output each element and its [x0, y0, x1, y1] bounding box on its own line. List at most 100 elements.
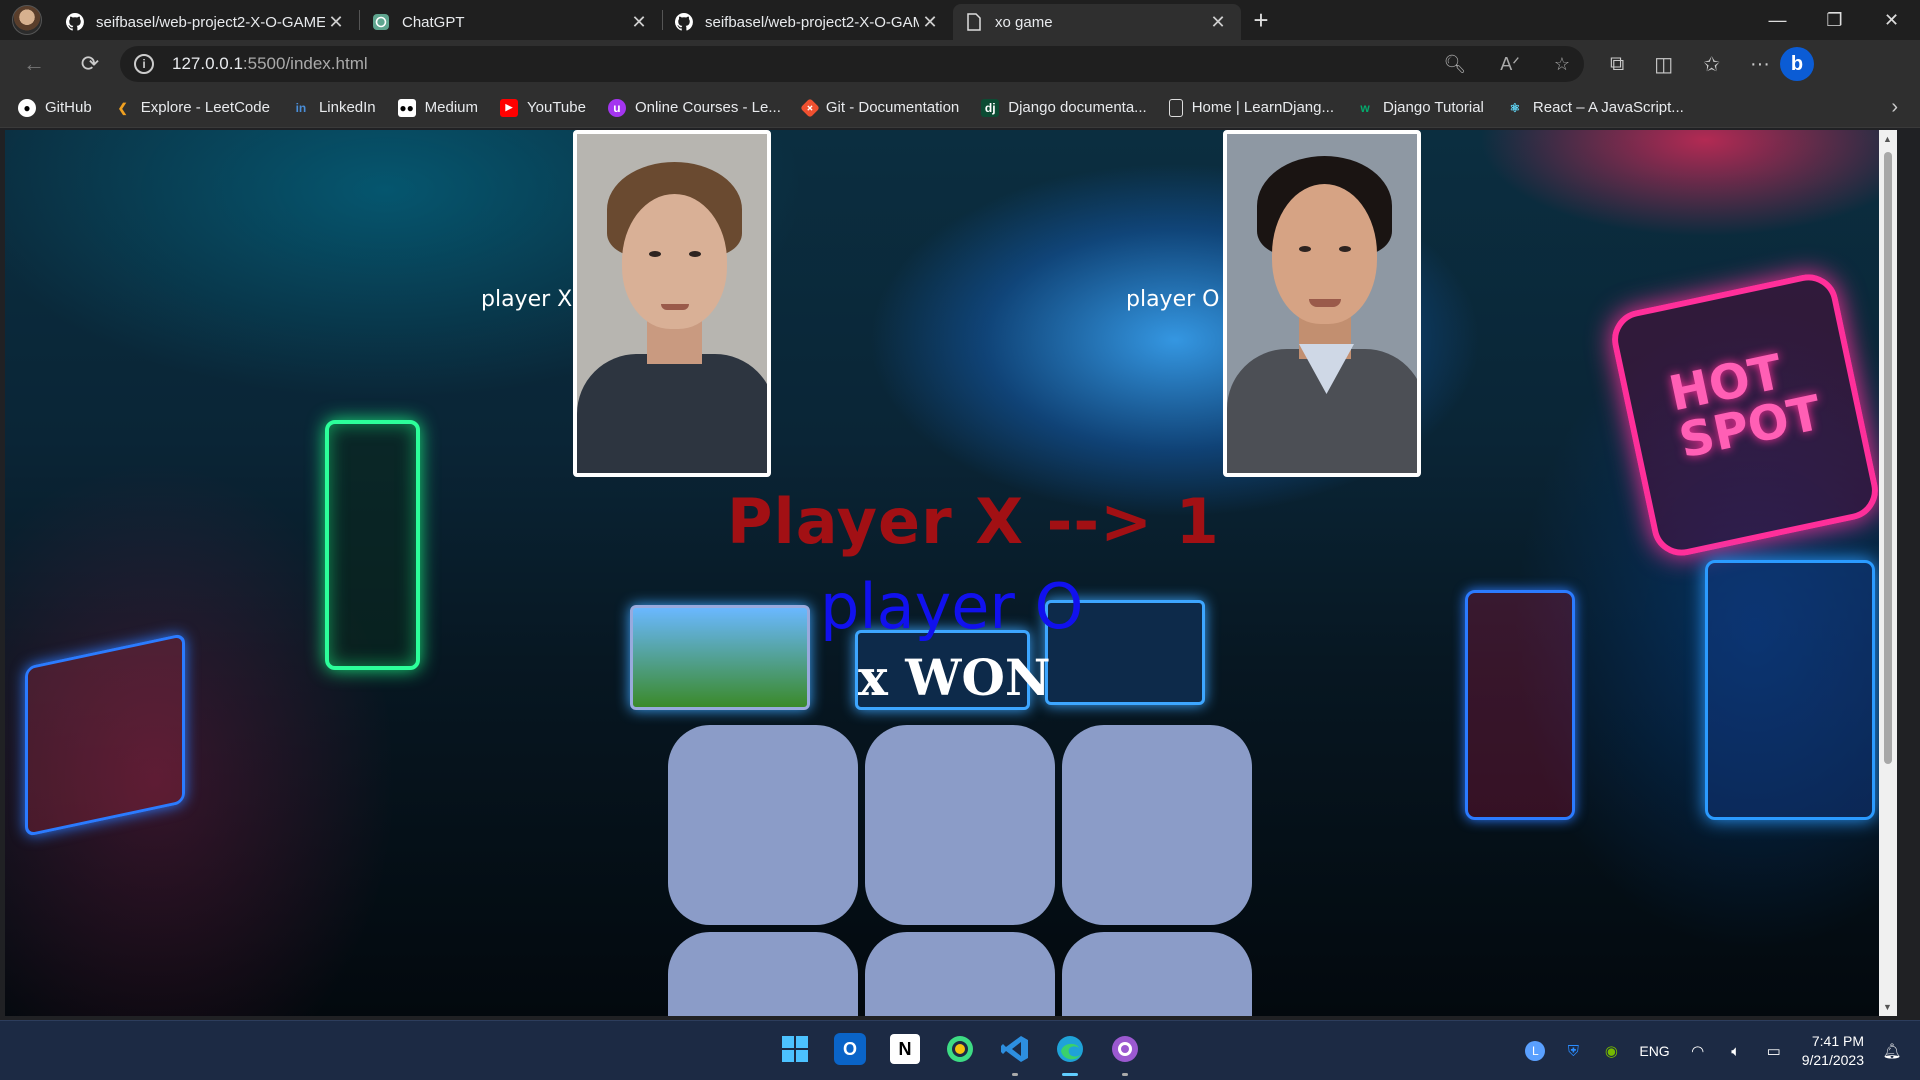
scroll-up-icon[interactable]: ▲: [1883, 134, 1892, 144]
battery-icon[interactable]: ▭: [1764, 1041, 1784, 1061]
zoom-icon[interactable]: 🔍︎: [1443, 54, 1466, 75]
nvidia-icon[interactable]: ◉: [1601, 1041, 1621, 1061]
bookmark-w3schools[interactable]: w Django Tutorial: [1356, 99, 1484, 117]
player-o-photo: [1223, 130, 1421, 477]
bing-copilot-icon[interactable]: b: [1779, 47, 1814, 81]
bookmark-youtube[interactable]: ▶ YouTube: [500, 98, 586, 117]
scrollbar-thumb[interactable]: [1884, 152, 1892, 764]
photo-eye: [649, 251, 661, 257]
bookmark-react[interactable]: ⚛ React – A JavaScript...: [1506, 99, 1684, 117]
language-indicator[interactable]: ENG: [1639, 1043, 1669, 1059]
page-viewport: HOT SPOT player X player O Player X --> 1…: [5, 130, 1897, 1016]
tab-chatgpt[interactable]: ChatGPT ✕: [360, 4, 662, 40]
bookmark-label: LinkedIn: [318, 99, 376, 116]
page-icon: [965, 13, 983, 31]
board-cell-6[interactable]: [1062, 932, 1252, 1016]
clock[interactable]: 7:41 PM 9/21/2023: [1802, 1032, 1864, 1070]
bookmark-github[interactable]: ● GitHub: [18, 98, 92, 117]
url-text[interactable]: 127.0.0.1:5500/index.html: [172, 54, 368, 74]
bookmark-medium[interactable]: ●● Medium: [397, 98, 478, 117]
read-aloud-icon[interactable]: Aᐟ: [1500, 54, 1520, 75]
split-screen-icon[interactable]: ◫: [1654, 52, 1673, 77]
tab-title: ChatGPT: [402, 13, 465, 31]
close-window-icon[interactable]: ✕: [1863, 0, 1920, 40]
bookmark-git[interactable]: + Git - Documentation: [799, 97, 959, 118]
edge-icon[interactable]: [1050, 1029, 1090, 1076]
address-bar[interactable]: i 127.0.0.1:5500/index.html 🔍︎ Aᐟ ☆: [120, 46, 1584, 82]
arcade-machine-green: [325, 420, 420, 670]
udemy-icon: u: [607, 98, 626, 117]
board-cell-5[interactable]: [865, 932, 1055, 1016]
leetcode-icon: ❮: [117, 100, 128, 115]
extensions-icon[interactable]: ⧉: [1610, 53, 1624, 76]
youtube-icon: ▶: [500, 98, 519, 117]
github-icon: [675, 13, 693, 31]
url-path: :5500/index.html: [242, 54, 368, 73]
player-o-label: player O: [1126, 287, 1220, 312]
restore-icon[interactable]: ❐: [1806, 0, 1863, 40]
vertical-scrollbar[interactable]: ▲ ▼: [1879, 130, 1897, 1016]
player-x-photo: [573, 130, 771, 477]
tab-xo-game[interactable]: xo game ✕: [953, 4, 1241, 40]
close-tab-icon[interactable]: ✕: [325, 12, 347, 33]
clock-app-icon[interactable]: L: [1525, 1041, 1546, 1061]
bookmark-leetcode[interactable]: ❮ Explore - LeetCode: [114, 99, 270, 117]
refresh-icon[interactable]: ⟳: [68, 46, 112, 82]
wifi-icon[interactable]: ◠: [1688, 1041, 1708, 1061]
outlook-icon[interactable]: O: [834, 1033, 866, 1065]
winner-message: x WON: [858, 648, 1051, 707]
close-tab-icon[interactable]: ✕: [919, 12, 941, 33]
volume-icon[interactable]: 🔈︎: [1726, 1041, 1746, 1061]
minimize-icon[interactable]: —: [1749, 0, 1806, 40]
bookmark-label: Django documenta...: [1008, 99, 1147, 116]
photo-mouth: [1309, 299, 1341, 307]
system-tray: L ⛨ ◉ ENG ◠ 🔈︎ ▭ 7:41 PM 9/21/2023 🔔︎: [1525, 1021, 1920, 1080]
info-icon[interactable]: i: [134, 54, 154, 74]
scroll-down-icon[interactable]: ▼: [1883, 1002, 1892, 1012]
bookmark-label: Explore - LeetCode: [140, 99, 270, 116]
board-cell-3[interactable]: [1062, 725, 1252, 925]
taskbar-apps: O N: [775, 1029, 1145, 1076]
clock-time: 7:41 PM: [1811, 1033, 1864, 1049]
tab-github-2[interactable]: seifbasel/web-project2-X-O-GAME ✕: [663, 4, 953, 40]
github-desktop-icon[interactable]: [1105, 1029, 1145, 1076]
page-icon: [1168, 98, 1183, 117]
new-tab-button[interactable]: +: [1241, 0, 1281, 40]
tab-title: seifbasel/web-project2-X-O-GAME: [705, 13, 919, 31]
security-shield-icon[interactable]: ⛨: [1563, 1041, 1583, 1061]
android-studio-icon[interactable]: [940, 1029, 980, 1069]
tab-title: xo game: [995, 13, 1053, 31]
bookmark-linkedin[interactable]: in LinkedIn: [292, 99, 376, 117]
photo-shirt: [577, 354, 767, 473]
close-tab-icon[interactable]: ✕: [628, 12, 650, 33]
board-cell-4[interactable]: [668, 932, 858, 1016]
player-x-score: Player X --> 1: [727, 485, 1220, 558]
bookmark-label: YouTube: [527, 99, 586, 116]
bookmark-label: GitHub: [45, 99, 92, 116]
player-o-score: player O: [820, 570, 1084, 643]
board-cell-2[interactable]: [865, 725, 1055, 925]
vscode-icon[interactable]: [995, 1029, 1035, 1076]
bookmark-label: Home | LearnDjang...: [1191, 99, 1334, 116]
notion-icon[interactable]: N: [890, 1034, 920, 1064]
photo-eye: [689, 251, 701, 257]
notification-icon[interactable]: 🔔︎: [1882, 1041, 1902, 1061]
chevron-right-icon[interactable]: ›: [1891, 96, 1898, 119]
w3schools-icon: w: [1360, 100, 1370, 115]
windows-start-icon[interactable]: [775, 1029, 815, 1069]
more-menu-icon[interactable]: ···: [1750, 53, 1770, 76]
github-icon: [66, 13, 84, 31]
board-cell-1[interactable]: [668, 725, 858, 925]
photo-eye: [1299, 246, 1311, 252]
tab-github-1[interactable]: seifbasel/web-project2-X-O-GAME ✕: [54, 4, 359, 40]
profile-button[interactable]: [0, 0, 54, 40]
bookmark-udemy[interactable]: u Online Courses - Le...: [607, 98, 781, 117]
favorite-star-icon[interactable]: ☆: [1554, 54, 1570, 75]
back-arrow-icon[interactable]: ←: [12, 46, 56, 82]
bookmark-label: Django Tutorial: [1383, 99, 1484, 116]
close-tab-icon[interactable]: ✕: [1207, 12, 1229, 33]
photo-mouth: [661, 304, 689, 310]
favorites-icon[interactable]: ✩: [1703, 52, 1720, 77]
bookmark-learndjango[interactable]: Home | LearnDjang...: [1168, 98, 1334, 117]
bookmark-django[interactable]: dj Django documenta...: [981, 98, 1147, 117]
